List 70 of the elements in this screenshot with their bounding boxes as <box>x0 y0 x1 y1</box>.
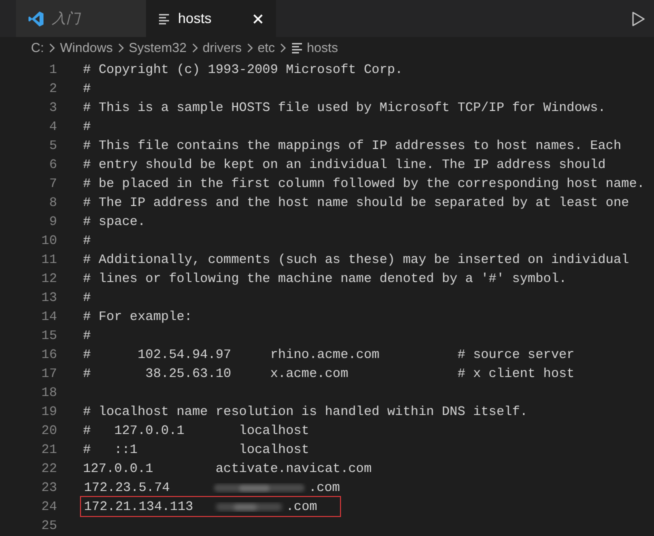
chevron-right-icon <box>278 43 287 53</box>
code-line: # localhost name resolution is handled within DNS itself. <box>83 402 528 421</box>
code-line: # <box>83 80 91 98</box>
chevron-right-icon <box>48 43 56 53</box>
line-number: 15 <box>40 326 57 345</box>
code-line: # For example: <box>83 308 192 326</box>
code-line: # This is a sample HOSTS file used by Microsoft TCP/IP for Windows. <box>83 98 606 117</box>
code-line: # <box>83 288 91 307</box>
code-line: # 38.25.63.10 x.acme.com # x client host <box>83 364 574 383</box>
breadcrumb-item[interactable]: hosts <box>306 38 338 58</box>
chevron-right-icon <box>190 43 199 53</box>
code-line: # lines or following the machine name denoted by a '#' symbol. <box>83 270 567 288</box>
editor-tab[interactable]: hosts <box>146 0 276 37</box>
code-line: # Copyright (c) 1993-2009 Microsoft Corp. <box>83 60 403 79</box>
tab-label: 入门 <box>52 9 80 28</box>
line-number: 3 <box>48 98 57 117</box>
code-line: # <box>83 118 91 136</box>
app-logo-icon <box>28 10 44 26</box>
line-number: 25 <box>40 516 57 535</box>
line-number: 18 <box>40 384 57 402</box>
code-text: .com <box>286 498 318 516</box>
line-number: 8 <box>48 194 57 212</box>
line-number: 21 <box>40 440 57 459</box>
code-line: # be placed in the first column followed by the corresponding host name. <box>83 174 645 193</box>
editor-tab[interactable]: 入门 <box>16 0 146 37</box>
code-line: # <box>83 232 91 250</box>
code-line: # This file contains the mappings of IP addresses to host names. Each <box>83 136 622 155</box>
line-number: 5 <box>48 136 57 155</box>
close-icon[interactable] <box>252 12 264 24</box>
line-number: 9 <box>48 212 57 231</box>
breadcrumb-item[interactable]: Windows <box>60 38 113 58</box>
line-number: 24 <box>40 498 57 516</box>
line-number: 14 <box>40 308 57 326</box>
file-lines-icon <box>290 42 303 54</box>
chevron-right-icon <box>116 43 125 53</box>
line-number: 17 <box>40 364 57 383</box>
code-line: # Additionally, comments (such as these) may be inserted on individual <box>83 250 630 269</box>
line-number: 20 <box>40 422 57 440</box>
breadcrumb-item[interactable]: etc <box>258 38 275 58</box>
code-line: # <box>83 326 91 345</box>
line-number: 6 <box>48 156 57 174</box>
line-number: 13 <box>40 288 57 307</box>
chevron-right-icon <box>246 43 254 53</box>
line-number: 2 <box>48 80 57 98</box>
code-text: 172.23.5.74 <box>84 478 171 497</box>
code-line: # entry should be kept on an individual line. The IP address should <box>83 156 606 174</box>
breadcrumb-item[interactable]: System32 <box>128 38 187 58</box>
line-number: 7 <box>48 174 57 193</box>
file-lines-icon <box>158 12 170 24</box>
code-text: 172.21.134.113 <box>84 498 194 516</box>
line-number: 10 <box>40 232 57 250</box>
code-line: 127.0.0.1 activate.navicat.com <box>83 460 372 478</box>
breadcrumb-item[interactable]: C: <box>31 38 44 58</box>
code-line: # 102.54.94.97 rhino.acme.com # source server <box>83 346 574 364</box>
code-line: # 127.0.0.1 localhost <box>83 422 310 440</box>
line-number: 11 <box>40 250 57 269</box>
play-icon[interactable] <box>630 10 646 26</box>
line-number: 4 <box>48 118 57 136</box>
code-line: # ::1 localhost <box>83 440 310 459</box>
code-line: # space. <box>83 212 146 231</box>
breadcrumb-item[interactable]: drivers <box>202 38 242 58</box>
line-number: 22 <box>40 460 57 478</box>
line-number: 1 <box>48 60 57 79</box>
code-text: .com <box>308 478 340 497</box>
code-line: # The IP address and the host name should be separated by at least one <box>83 194 630 212</box>
line-number: 16 <box>40 346 57 364</box>
line-number: 12 <box>40 270 57 288</box>
line-number: 19 <box>40 402 57 421</box>
tab-label: hosts <box>178 9 212 28</box>
line-number: 23 <box>40 478 57 497</box>
